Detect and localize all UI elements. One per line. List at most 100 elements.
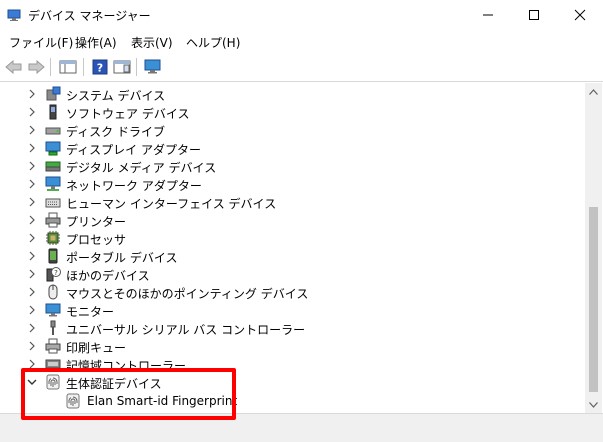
menu-file[interactable]: ファイル(F) bbox=[9, 34, 73, 51]
disk-drive-icon bbox=[45, 127, 61, 135]
help-button[interactable]: ? bbox=[90, 57, 110, 77]
minimize-icon bbox=[483, 14, 493, 16]
tree-item-label: ヒューマン インターフェイス デバイス bbox=[66, 197, 277, 211]
processor-icon bbox=[46, 231, 60, 245]
scroll-up-button[interactable] bbox=[585, 83, 602, 100]
monitor-scan-icon bbox=[144, 59, 161, 74]
console-tree-icon bbox=[59, 60, 77, 74]
chevron-right-icon[interactable] bbox=[27, 142, 37, 154]
maximize-button[interactable] bbox=[511, 0, 557, 30]
tree-item-label: ディスプレイ アダプター bbox=[66, 143, 201, 157]
tree-item-print-queues[interactable]: 印刷キュー bbox=[1, 337, 581, 355]
show-hide-console-tree-button[interactable] bbox=[58, 57, 78, 77]
chevron-right-icon[interactable] bbox=[27, 340, 37, 352]
portable-device-icon bbox=[48, 248, 58, 264]
tree-item-label: ポータブル デバイス bbox=[66, 251, 178, 265]
mouse-icon bbox=[48, 284, 58, 300]
tree-item-label: ソフトウェア デバイス bbox=[66, 107, 190, 121]
svg-text:?: ? bbox=[54, 269, 58, 277]
properties-button[interactable] bbox=[112, 57, 132, 77]
tree-item-portable-devices[interactable]: ポータブル デバイス bbox=[1, 247, 581, 265]
menu-bar: ファイル(F) 操作(A) 表示(V) ヘルプ(H) bbox=[0, 30, 603, 52]
tree-item-label: システム デバイス bbox=[66, 89, 166, 103]
forward-arrow-icon bbox=[28, 60, 45, 74]
software-device-icon bbox=[49, 104, 57, 120]
scroll-down-button[interactable] bbox=[585, 396, 602, 413]
tree-item-label: ディスク ドライブ bbox=[66, 125, 165, 139]
tree-item-label: ほかのデバイス bbox=[66, 269, 150, 283]
toolbar-separator bbox=[136, 58, 137, 76]
scrollbar-thumb[interactable] bbox=[589, 207, 598, 392]
chevron-right-icon[interactable] bbox=[27, 250, 37, 262]
tree-item-label: ユニバーサル シリアル バス コントローラー bbox=[66, 323, 306, 337]
chevron-right-icon[interactable] bbox=[27, 268, 37, 280]
tree-item-network-adapters[interactable]: ネットワーク アダプター bbox=[1, 175, 581, 193]
print-queue-icon bbox=[45, 338, 61, 354]
close-button[interactable] bbox=[557, 0, 603, 30]
close-icon bbox=[574, 9, 586, 21]
device-manager-icon bbox=[7, 9, 21, 21]
chevron-right-icon[interactable] bbox=[27, 286, 37, 298]
chevron-right-icon[interactable] bbox=[27, 214, 37, 226]
tree-item-printers[interactable]: プリンター bbox=[1, 211, 581, 229]
tree-item-usb-controllers[interactable]: ユニバーサル シリアル バス コントローラー bbox=[1, 319, 581, 337]
back-arrow-icon bbox=[5, 60, 22, 74]
tree-item-digital-media-devices[interactable]: デジタル メディア デバイス bbox=[1, 157, 581, 175]
tree-item-processors[interactable]: プロセッサ bbox=[1, 229, 581, 247]
tree-item-mice[interactable]: マウスとそのほかのポインティング デバイス bbox=[1, 283, 581, 301]
scan-hardware-button[interactable] bbox=[143, 57, 163, 77]
properties-icon bbox=[113, 60, 131, 74]
menu-action[interactable]: 操作(A) bbox=[75, 34, 117, 51]
tree-item-label: プリンター bbox=[66, 215, 127, 229]
tree-item-monitors[interactable]: モニター bbox=[1, 301, 581, 319]
device-tree: システム デバイス ソフトウェア デバイス ディスク ドライブ ディスプレイ ア… bbox=[1, 83, 585, 413]
system-devices-icon bbox=[46, 86, 61, 101]
tree-item-label: ネットワーク アダプター bbox=[66, 179, 202, 193]
chevron-right-icon[interactable] bbox=[27, 124, 37, 136]
tree-item-other-devices[interactable]: ? ほかのデバイス bbox=[1, 265, 581, 283]
scroll-up-icon bbox=[589, 88, 598, 95]
minimize-button[interactable] bbox=[465, 0, 511, 30]
toolbar-separator bbox=[83, 58, 84, 76]
svg-text:?: ? bbox=[97, 62, 103, 75]
menu-help[interactable]: ヘルプ(H) bbox=[186, 34, 240, 51]
toolbar: ? bbox=[0, 52, 603, 82]
back-button[interactable] bbox=[4, 57, 24, 77]
printer-icon bbox=[45, 212, 61, 228]
chevron-right-icon[interactable] bbox=[27, 304, 37, 316]
title-bar: デバイス マネージャー bbox=[0, 0, 603, 30]
help-icon: ? bbox=[92, 59, 108, 75]
tree-item-label: デジタル メディア デバイス bbox=[66, 161, 217, 175]
chevron-right-icon[interactable] bbox=[27, 322, 37, 334]
window-title: デバイス マネージャー bbox=[28, 9, 151, 23]
keyboard-icon bbox=[45, 198, 61, 208]
tree-item-label: プロセッサ bbox=[66, 233, 127, 247]
display-adapter-icon bbox=[45, 141, 61, 156]
chevron-right-icon[interactable] bbox=[27, 160, 37, 172]
forward-button[interactable] bbox=[26, 57, 46, 77]
toolbar-separator bbox=[50, 58, 51, 76]
chevron-right-icon[interactable] bbox=[27, 196, 37, 208]
tree-item-software-devices[interactable]: ソフトウェア デバイス bbox=[1, 103, 581, 121]
highlight-box bbox=[21, 368, 236, 420]
chevron-right-icon[interactable] bbox=[27, 106, 37, 118]
vertical-scrollbar[interactable] bbox=[585, 83, 602, 413]
tree-item-disk-drives[interactable]: ディスク ドライブ bbox=[1, 121, 581, 139]
chevron-right-icon[interactable] bbox=[27, 178, 37, 190]
unknown-device-icon: ? bbox=[46, 267, 61, 282]
scroll-down-icon bbox=[589, 401, 598, 408]
monitor-icon bbox=[45, 303, 61, 317]
digital-media-icon bbox=[45, 161, 61, 172]
chevron-right-icon[interactable] bbox=[27, 232, 37, 244]
tree-item-label: 印刷キュー bbox=[66, 341, 127, 355]
maximize-icon bbox=[529, 10, 539, 20]
tree-item-display-adapters[interactable]: ディスプレイ アダプター bbox=[1, 139, 581, 157]
chevron-right-icon[interactable] bbox=[27, 88, 37, 100]
tree-item-label: モニター bbox=[66, 305, 115, 319]
tree-item-system-devices[interactable]: システム デバイス bbox=[1, 85, 581, 103]
tree-item-hid[interactable]: ヒューマン インターフェイス デバイス bbox=[1, 193, 581, 211]
menu-view[interactable]: 表示(V) bbox=[131, 34, 173, 51]
tree-item-label: マウスとそのほかのポインティング デバイス bbox=[66, 287, 309, 301]
usb-icon bbox=[50, 320, 56, 335]
network-adapter-icon bbox=[45, 176, 61, 191]
